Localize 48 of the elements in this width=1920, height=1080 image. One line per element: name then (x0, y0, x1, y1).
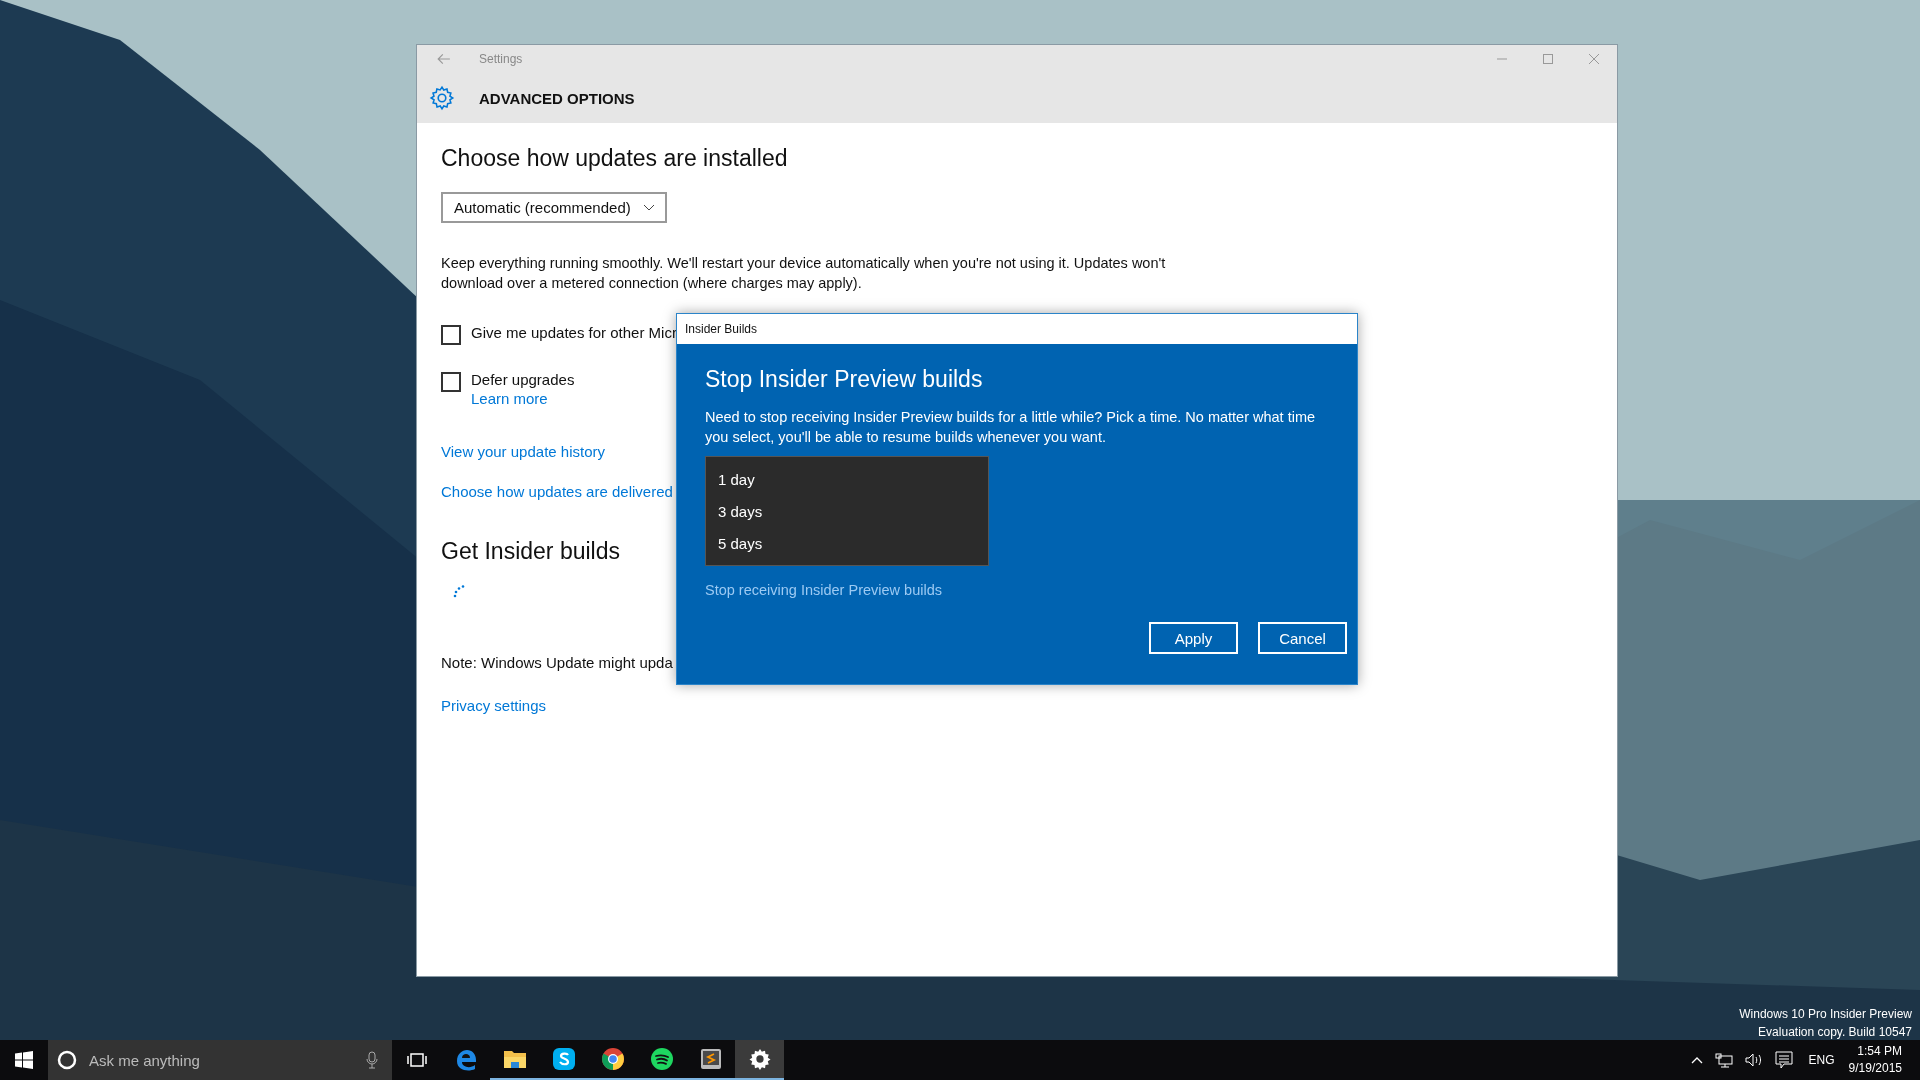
chrome-icon (600, 1047, 625, 1071)
clock-date[interactable]: 9/19/2015 (1848, 1060, 1902, 1077)
skype-icon (551, 1047, 576, 1071)
checkbox-label: Defer upgrades (471, 371, 575, 388)
checkbox-label: Give me updates for other Micr (471, 324, 677, 341)
sublime-icon (698, 1047, 723, 1071)
checkbox[interactable] (441, 325, 461, 345)
dialog-heading: Stop Insider Preview builds (705, 366, 984, 393)
section-heading: Choose how updates are installed (441, 145, 788, 172)
page-title: ADVANCED OPTIONS (479, 89, 635, 107)
folder-icon (502, 1048, 527, 1070)
duration-option[interactable]: 1 day (706, 463, 988, 495)
apply-button[interactable]: Apply (1149, 622, 1238, 654)
task-view-icon (406, 1053, 427, 1067)
notification-icon[interactable] (1774, 1051, 1793, 1069)
section-heading: Get Insider builds (441, 538, 620, 565)
taskbar-app[interactable] (735, 1040, 784, 1080)
settings-icon (429, 85, 455, 111)
checkbox[interactable] (441, 372, 461, 392)
duration-option[interactable]: 5 days (706, 527, 988, 559)
chevron-icon (642, 203, 655, 212)
gear-icon (748, 1048, 771, 1070)
cortana-icon (57, 1050, 77, 1070)
cancel-button[interactable]: Cancel (1258, 622, 1347, 654)
stop-builds-link[interactable]: Stop receiving Insider Preview builds (705, 582, 942, 598)
window-title: Settings (479, 52, 523, 66)
dialog-text: Need to stop receiving Insider Preview builds for a little while? Pick a time. No matter what time you select, you'll be able to resume builds whenever you want. (705, 408, 1317, 447)
search-field[interactable]: Ask me anything (48, 1040, 392, 1080)
microphone-icon (366, 1051, 378, 1069)
privacy-settings-link[interactable]: Privacy settings (441, 697, 547, 714)
description-text: Keep everything running smoothly. We'll restart your device automatically when you're not using it. Updates won't download over a metered connection (where charges may apply). (441, 254, 1167, 293)
chevron-up-icon[interactable] (1690, 1056, 1703, 1064)
network-icon[interactable] (1714, 1052, 1733, 1068)
learn-more-link[interactable]: Learn more (471, 390, 575, 407)
duration-option[interactable]: 3 days (706, 495, 988, 527)
note-text: Note: Windows Update might upda (441, 654, 673, 671)
loading-spinner-icon (453, 584, 465, 598)
language-indicator[interactable]: ENG (1808, 1053, 1835, 1067)
spotify-icon (649, 1047, 674, 1071)
dialog-title: Insider Builds (677, 314, 1357, 344)
settings-link[interactable]: View your update history (441, 443, 605, 460)
watermark-text: Windows 10 Pro Insider Preview (1739, 1006, 1912, 1023)
start-icon[interactable] (15, 1051, 33, 1069)
volume-icon[interactable] (1744, 1052, 1763, 1068)
settings-link[interactable]: Choose how updates are delivered (441, 483, 673, 500)
clock-time[interactable]: 1:54 PM (1857, 1043, 1902, 1060)
watermark-text: Evaluation copy. Build 10547 (1757, 1024, 1912, 1041)
install-mode-dropdown[interactable]: Automatic (recommended) (441, 192, 667, 223)
